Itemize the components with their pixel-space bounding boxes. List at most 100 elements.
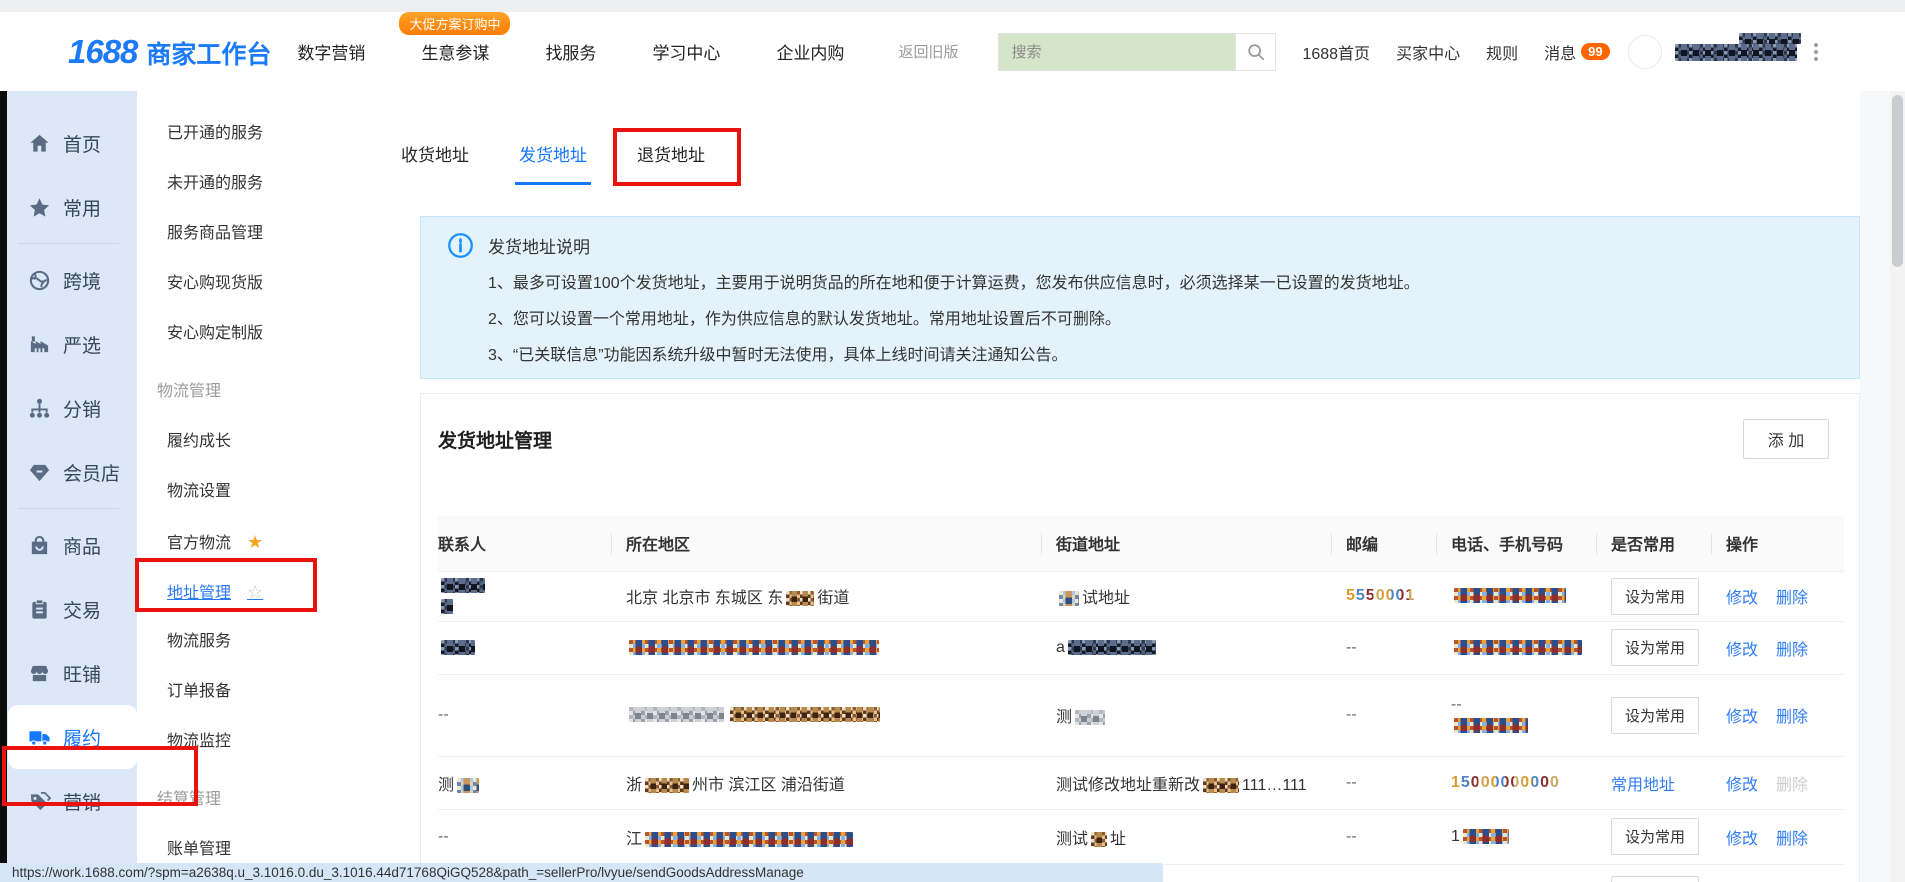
truck-icon: [28, 726, 51, 749]
sidebar-item-label: 常用: [63, 194, 101, 221]
censored-mosaic: [1075, 710, 1105, 725]
submenu-logistics-settings[interactable]: 物流设置: [137, 467, 389, 517]
logo-1688[interactable]: 1688 商家工作台: [68, 33, 271, 71]
notice-line-3: 3、“已关联信息”功能因系统升级中暂时无法使用，具体上线时间请关注通知公告。: [488, 338, 1859, 374]
sidebar-item-fulfillment[interactable]: 履约: [8, 705, 137, 769]
censored-mosaic: [1068, 640, 1156, 655]
censored-mosaic: [645, 832, 853, 847]
tab-return-address[interactable]: 退货地址: [633, 129, 709, 185]
submenu-fulfillment-growth[interactable]: 履约成长: [137, 417, 389, 467]
submenu-logistics-services[interactable]: 物流服务: [137, 617, 389, 667]
set-default-button[interactable]: 设为常用: [1611, 697, 1699, 734]
edit-link[interactable]: 修改: [1726, 831, 1758, 848]
nav-business-advisor[interactable]: 大促方案订购中 生意参谋: [421, 39, 489, 64]
search-input[interactable]: 搜索: [999, 34, 1235, 70]
censored-mosaic: [1059, 591, 1079, 606]
edit-link[interactable]: 修改: [1726, 642, 1758, 659]
submenu-logistics-monitor[interactable]: 物流监控: [137, 717, 389, 767]
store-icon: [28, 662, 51, 685]
cell-text: --: [1451, 696, 1462, 713]
link-buyer-center[interactable]: 买家中心: [1396, 40, 1460, 64]
tab-receiving-address[interactable]: 收货地址: [397, 129, 473, 185]
nav-enterprise-purchase[interactable]: 企业内购: [776, 39, 844, 64]
submenu-order-report[interactable]: 订单报备: [137, 667, 389, 717]
censored-mosaic: [645, 778, 689, 793]
col-actions: 操作: [1711, 516, 1844, 571]
link-messages[interactable]: 消息99: [1544, 40, 1609, 64]
sidebar-item-member-store[interactable]: 会员店: [0, 440, 137, 504]
link-rules[interactable]: 规则: [1486, 40, 1518, 64]
sidebar-item-distribution[interactable]: 分销: [0, 376, 137, 440]
favorite-star-outline-icon[interactable]: ☆: [247, 582, 263, 602]
submenu-anxin-spot[interactable]: 安心购现货版: [137, 259, 389, 309]
censored-mosaic: [1463, 829, 1509, 844]
search-button[interactable]: [1235, 34, 1275, 70]
messages-label: 消息: [1544, 46, 1576, 63]
back-to-old-link[interactable]: 返回旧版: [898, 41, 958, 62]
clipboard-icon: [28, 598, 51, 621]
submenu-opened-services[interactable]: 已开通的服务: [137, 109, 389, 159]
nav-learning-center[interactable]: 学习中心: [652, 39, 720, 64]
cell-text: a: [1056, 639, 1065, 656]
sidebar-item-home[interactable]: 首页: [0, 111, 137, 175]
sidebar-item-crossborder[interactable]: 跨境: [0, 248, 137, 312]
censored-mosaic: [730, 707, 880, 722]
search-box: 搜索: [998, 33, 1276, 71]
cell-text: 浙: [626, 777, 642, 794]
page-scrollbar[interactable]: [1890, 91, 1905, 882]
col-contact: 联系人: [438, 516, 611, 571]
more-menu-icon[interactable]: [1814, 43, 1818, 61]
set-default-button[interactable]: 设为常用: [1611, 629, 1699, 666]
default-address-link[interactable]: 常用地址: [1611, 777, 1675, 794]
delete-link[interactable]: 删除: [1776, 642, 1808, 659]
sidebar-item-storefront[interactable]: 旺铺: [0, 641, 137, 705]
link-1688-home[interactable]: 1688首页: [1302, 40, 1370, 64]
sidebar-item-label: 商品: [63, 532, 101, 559]
sitemap-icon: [28, 397, 51, 420]
delete-link[interactable]: 删除: [1776, 831, 1808, 848]
nav-digital-marketing[interactable]: 数字营销: [297, 39, 365, 64]
star-icon: [28, 196, 51, 219]
censored-mosaic: [1739, 33, 1801, 44]
set-default-button[interactable]: 设为常用: [1611, 818, 1699, 855]
cell-text: --: [1346, 828, 1357, 845]
sidebar-item-products[interactable]: 商品: [0, 513, 137, 577]
edit-link[interactable]: 修改: [1726, 709, 1758, 726]
right-gutter: [1860, 91, 1890, 882]
tab-shipping-address[interactable]: 发货地址: [515, 129, 591, 185]
table-row: 北京 北京市 东城区 东街道试地址5550001设为常用修改删除: [438, 571, 1844, 621]
submenu-address-management[interactable]: 地址管理☆: [137, 567, 389, 617]
cell-text: --: [1346, 706, 1357, 723]
censored-mosaic: [1454, 588, 1566, 603]
sidebar-item-trade[interactable]: 交易: [0, 577, 137, 641]
cell-text: 1: [1451, 828, 1460, 845]
set-default-button[interactable]: 设为常用: [1611, 578, 1699, 615]
main-content: 收货地址 发货地址 退货地址 发货地址说明 1、最多可设置100个发货地址，主要…: [389, 91, 1905, 882]
submenu-unopened-services[interactable]: 未开通的服务: [137, 159, 389, 209]
sidebar-item-strict-select[interactable]: 严选: [0, 312, 137, 376]
sidebar-item-label: 履约: [63, 724, 101, 751]
add-address-button[interactable]: 添 加: [1743, 419, 1829, 459]
sidebar-item-favorites[interactable]: 常用: [0, 175, 137, 239]
edit-link[interactable]: 修改: [1726, 590, 1758, 607]
edit-link[interactable]: 修改: [1726, 777, 1758, 794]
seller-workbench-page: 1688 商家工作台 数字营销 大促方案订购中 生意参谋 找服务 学习中心 企业…: [0, 0, 1905, 882]
avatar[interactable]: [1628, 35, 1662, 69]
favorite-star-filled-icon[interactable]: ★: [247, 532, 263, 552]
scrollbar-thumb[interactable]: [1892, 95, 1903, 267]
cell-text: --: [1346, 774, 1357, 791]
submenu-service-product-mgmt[interactable]: 服务商品管理: [137, 209, 389, 259]
cell-text: 5550001: [1346, 587, 1415, 604]
cell-text: 试地址: [1082, 590, 1130, 607]
delete-link[interactable]: 删除: [1776, 709, 1808, 726]
nav-find-services[interactable]: 找服务: [545, 39, 596, 64]
submenu-anxin-custom[interactable]: 安心购定制版: [137, 309, 389, 359]
sidebar-item-label: 营销: [63, 788, 101, 815]
globe-icon: [28, 269, 51, 292]
sidebar-item-marketing[interactable]: 营销: [0, 769, 137, 833]
censored-mosaic: [1454, 718, 1528, 733]
delete-link[interactable]: 删除: [1776, 590, 1808, 607]
submenu-official-logistics[interactable]: 官方物流★: [137, 517, 389, 567]
set-default-button[interactable]: 设为常用: [1611, 876, 1699, 882]
censored-mosaic: [1675, 44, 1797, 61]
